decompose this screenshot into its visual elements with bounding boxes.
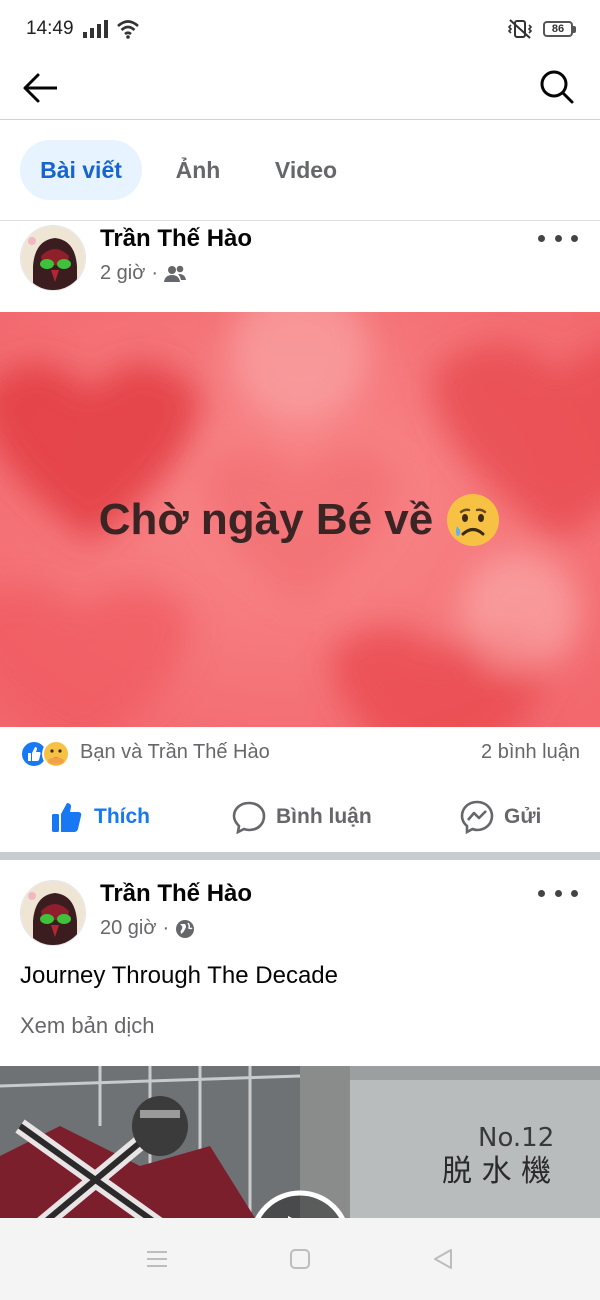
post-background[interactable]: Chờ ngày Bé về bbox=[0, 312, 600, 727]
video-thumbnail-image: No.12 脱 水 機 bbox=[0, 1066, 600, 1226]
sign-text: No.12 bbox=[478, 1123, 554, 1153]
tab-videos[interactable]: Video bbox=[258, 140, 354, 200]
messenger-icon bbox=[460, 800, 494, 834]
feed-divider bbox=[0, 852, 600, 860]
comment-count[interactable]: 2 bình luận bbox=[481, 741, 580, 764]
search-button[interactable] bbox=[536, 66, 576, 106]
tab-photos[interactable]: Ảnh bbox=[162, 140, 234, 200]
meta-separator: · bbox=[151, 262, 159, 284]
post-author[interactable]: Trần Thế Hào bbox=[100, 225, 252, 253]
reactions-summary[interactable]: Bạn và Trần Thế Hào 2 bình luận bbox=[0, 730, 600, 778]
status-bar: 14:49 86 bbox=[0, 0, 600, 58]
globe-icon bbox=[176, 919, 195, 938]
friends-icon bbox=[164, 265, 187, 282]
square-icon bbox=[290, 1249, 310, 1269]
post-text: Journey Through The Decade bbox=[20, 962, 338, 989]
send-label: Gửi bbox=[504, 805, 542, 828]
comment-label: Bình luận bbox=[276, 805, 372, 828]
post-author[interactable]: Trần Thế Hào bbox=[100, 880, 252, 908]
post-banner-text: Chờ ngày Bé về bbox=[0, 312, 600, 727]
reactions-text: Bạn và Trần Thế Hào bbox=[80, 741, 270, 763]
thumbs-up-icon bbox=[52, 803, 82, 832]
menu-icon bbox=[147, 1251, 167, 1267]
top-nav bbox=[0, 58, 600, 120]
arrow-left-icon bbox=[23, 73, 57, 103]
post-time[interactable]: 2 giờ bbox=[100, 262, 145, 285]
signal-icon bbox=[82, 20, 108, 38]
back-nav-button[interactable] bbox=[430, 1246, 456, 1272]
comment-bubble-icon bbox=[232, 801, 266, 834]
sad-face-emoji-icon bbox=[447, 493, 500, 546]
reaction-icons bbox=[20, 740, 70, 768]
search-icon bbox=[540, 70, 574, 104]
system-nav-bar bbox=[0, 1218, 600, 1300]
send-button[interactable]: Gửi bbox=[460, 796, 541, 838]
avatar[interactable] bbox=[20, 880, 86, 946]
post-banner-caption: Chờ ngày Bé về bbox=[98, 494, 434, 544]
post-meta: 20 giờ · bbox=[100, 917, 195, 940]
content-tabs: Bài viết Ảnh Video bbox=[0, 121, 600, 221]
avatar[interactable] bbox=[20, 225, 86, 291]
see-translation-link[interactable]: Xem bản dịch bbox=[20, 1013, 155, 1039]
post-time[interactable]: 20 giờ bbox=[100, 917, 156, 940]
tab-posts[interactable]: Bài viết bbox=[20, 140, 142, 200]
vibrate-off-icon bbox=[507, 19, 533, 39]
recent-apps-button[interactable] bbox=[144, 1246, 170, 1272]
more-options-button[interactable] bbox=[538, 883, 578, 903]
post-meta: 2 giờ · bbox=[100, 262, 187, 285]
care-reaction-icon bbox=[42, 740, 70, 768]
post-video[interactable]: No.12 脱 水 機 bbox=[0, 1066, 600, 1226]
battery-icon: 86 bbox=[543, 21, 576, 37]
triangle-back-icon bbox=[434, 1249, 452, 1269]
more-options-button[interactable] bbox=[538, 228, 578, 248]
home-button[interactable] bbox=[287, 1246, 313, 1272]
sign-kanji: 脱 水 機 bbox=[442, 1154, 551, 1189]
like-button[interactable]: Thích bbox=[50, 796, 150, 838]
post-actions: Thích Bình luận Gửi bbox=[0, 790, 600, 845]
status-time: 14:49 bbox=[26, 18, 74, 39]
battery-level: 86 bbox=[543, 21, 573, 37]
comment-button[interactable]: Bình luận bbox=[232, 796, 372, 838]
back-button[interactable] bbox=[20, 68, 60, 108]
meta-separator: · bbox=[162, 917, 170, 939]
like-label: Thích bbox=[94, 805, 150, 828]
wifi-icon bbox=[116, 20, 139, 39]
